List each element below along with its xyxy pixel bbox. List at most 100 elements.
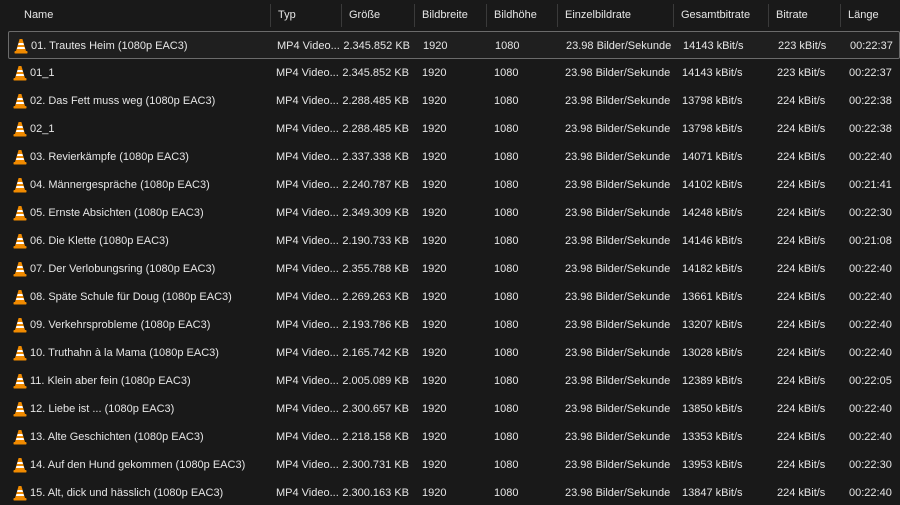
cell-laenge: 00:22:37	[850, 40, 893, 52]
cell-gesamtbitrate: 14071 kBit/s	[682, 151, 743, 163]
column-header-gesamtbitrate[interactable]: Gesamtbitrate	[673, 0, 769, 31]
cell-bitrate: 224 kBit/s	[777, 319, 826, 331]
cell-gesamtbitrate: 13847 kBit/s	[682, 487, 743, 499]
cell-einzelbildrate: 23.98 Bilder/Sekunde	[565, 487, 671, 499]
cell-bildhoehe: 1080	[494, 95, 519, 107]
cell-typ: MP4 Video...	[276, 347, 339, 359]
cell-bildbreite: 1920	[422, 347, 447, 359]
cell-groesse: 2.349.309 KB	[342, 207, 409, 219]
column-header-bildbreite[interactable]: Bildbreite	[414, 0, 487, 31]
file-row[interactable]: 10. Truthahn à la Mama (1080p EAC3) MP4 V…	[8, 339, 900, 367]
file-row[interactable]: 13. Alte Geschichten (1080p EAC3) MP4 Vid…	[8, 423, 900, 451]
cell-einzelbildrate: 23.98 Bilder/Sekunde	[565, 459, 671, 471]
cell-groesse: 2.269.263 KB	[342, 291, 409, 303]
vlc-cone-icon	[13, 430, 27, 445]
cell-gesamtbitrate: 13661 kBit/s	[682, 291, 743, 303]
cell-bildbreite: 1920	[422, 375, 447, 387]
vlc-cone-icon	[13, 486, 27, 501]
file-row[interactable]: 01_1 MP4 Video... 2.345.852 KB 1920 1080 23.9…	[8, 59, 900, 87]
cell-gesamtbitrate: 13850 kBit/s	[682, 403, 743, 415]
file-row[interactable]: 09. Verkehrsprobleme (1080p EAC3) MP4 Vid…	[8, 311, 900, 339]
cell-bildhoehe: 1080	[494, 347, 519, 359]
cell-bildhoehe: 1080	[494, 403, 519, 415]
cell-laenge: 00:22:40	[849, 291, 892, 303]
cell-typ: MP4 Video...	[276, 235, 339, 247]
cell-bitrate: 224 kBit/s	[777, 431, 826, 443]
cell-name: 15. Alt, dick und hässlich (1080p EAC3)	[30, 487, 224, 499]
column-header-einzelbildrate[interactable]: Einzelbildrate	[557, 0, 674, 31]
cell-einzelbildrate: 23.98 Bilder/Sekunde	[565, 179, 671, 191]
cell-gesamtbitrate: 14102 kBit/s	[682, 179, 743, 191]
cell-groesse: 2.300.657 KB	[342, 403, 409, 415]
cell-einzelbildrate: 23.98 Bilder/Sekunde	[565, 375, 671, 387]
cell-bildbreite: 1920	[422, 179, 447, 191]
cell-typ: MP4 Video...	[276, 487, 339, 499]
file-row[interactable]: 06. Die Klette (1080p EAC3) MP4 Video... 2…	[8, 227, 900, 255]
file-row[interactable]: 04. Männergespräche (1080p EAC3) MP4 Vide…	[8, 171, 900, 199]
cell-bildbreite: 1920	[422, 95, 447, 107]
cell-name: 10. Truthahn à la Mama (1080p EAC3)	[30, 347, 219, 359]
cell-typ: MP4 Video...	[276, 431, 339, 443]
column-header-typ[interactable]: Typ	[270, 0, 342, 31]
cell-bildbreite: 1920	[422, 431, 447, 443]
cell-einzelbildrate: 23.98 Bilder/Sekunde	[565, 95, 671, 107]
file-row[interactable]: 15. Alt, dick und hässlich (1080p EAC3) M…	[8, 479, 900, 505]
cell-groesse: 2.218.158 KB	[342, 431, 409, 443]
cell-bildbreite: 1920	[422, 487, 447, 499]
cell-bildhoehe: 1080	[494, 123, 519, 135]
cell-bildbreite: 1920	[422, 123, 447, 135]
cell-laenge: 00:22:40	[849, 151, 892, 163]
file-row[interactable]: 02_1 MP4 Video... 2.288.485 KB 1920 1080 23.9…	[8, 115, 900, 143]
cell-gesamtbitrate: 13798 kBit/s	[682, 95, 743, 107]
file-row[interactable]: 03. Revierkämpfe (1080p EAC3) MP4 Video..…	[8, 143, 900, 171]
file-row[interactable]: 08. Späte Schule für Doug (1080p EAC3) MP…	[8, 283, 900, 311]
cell-bildhoehe: 1080	[494, 151, 519, 163]
vlc-cone-icon	[13, 150, 27, 165]
column-header-laenge[interactable]: Länge	[840, 0, 900, 31]
cell-typ: MP4 Video...	[276, 95, 339, 107]
cell-typ: MP4 Video...	[276, 459, 339, 471]
cell-name: 09. Verkehrsprobleme (1080p EAC3)	[30, 319, 211, 331]
cell-groesse: 2.288.485 KB	[342, 123, 409, 135]
cell-bitrate: 224 kBit/s	[777, 347, 826, 359]
cell-laenge: 00:22:40	[849, 431, 892, 443]
cell-groesse: 2.300.163 KB	[342, 487, 409, 499]
cell-bitrate: 224 kBit/s	[777, 207, 826, 219]
cell-bitrate: 224 kBit/s	[777, 151, 826, 163]
vlc-cone-icon	[13, 290, 27, 305]
cell-bildhoehe: 1080	[494, 207, 519, 219]
cell-groesse: 2.337.338 KB	[342, 151, 409, 163]
cell-typ: MP4 Video...	[276, 375, 339, 387]
column-header-name[interactable]: Name	[16, 0, 270, 31]
file-row[interactable]: 05. Ernste Absichten (1080p EAC3) MP4 Vid…	[8, 199, 900, 227]
cell-gesamtbitrate: 13953 kBit/s	[682, 459, 743, 471]
cell-name: 05. Ernste Absichten (1080p EAC3)	[30, 207, 204, 219]
file-row[interactable]: 11. Klein aber fein (1080p EAC3) MP4 Vide…	[8, 367, 900, 395]
cell-einzelbildrate: 23.98 Bilder/Sekunde	[565, 403, 671, 415]
file-row[interactable]: 07. Der Verlobungsring (1080p EAC3) MP4 V…	[8, 255, 900, 283]
vlc-cone-icon	[13, 206, 27, 221]
cell-groesse: 2.345.852 KB	[343, 40, 410, 52]
cell-laenge: 00:22:37	[849, 67, 892, 79]
cell-typ: MP4 Video...	[276, 67, 339, 79]
cell-bildbreite: 1920	[422, 207, 447, 219]
cell-laenge: 00:22:38	[849, 95, 892, 107]
file-row[interactable]: 02. Das Fett muss weg (1080p EAC3) MP4 Vi…	[8, 87, 900, 115]
cell-bildbreite: 1920	[422, 67, 447, 79]
column-header-bitrate[interactable]: Bitrate	[768, 0, 841, 31]
cell-bildhoehe: 1080	[494, 235, 519, 247]
file-row[interactable]: 14. Auf den Hund gekommen (1080p EAC3) MP…	[8, 451, 900, 479]
column-header-bildhoehe[interactable]: Bildhöhe	[486, 0, 558, 31]
column-header-groesse[interactable]: Größe	[341, 0, 415, 31]
cell-einzelbildrate: 23.98 Bilder/Sekunde	[565, 235, 671, 247]
file-row[interactable]: 01. Trautes Heim (1080p EAC3) MP4 Video..…	[8, 31, 900, 59]
file-row[interactable]: 12. Liebe ist ... (1080p EAC3) MP4 Video.…	[8, 395, 900, 423]
cell-laenge: 00:22:40	[849, 347, 892, 359]
cell-name: 13. Alte Geschichten (1080p EAC3)	[30, 431, 204, 443]
cell-typ: MP4 Video...	[276, 291, 339, 303]
cell-groesse: 2.005.089 KB	[342, 375, 409, 387]
cell-groesse: 2.288.485 KB	[342, 95, 409, 107]
cell-name: 11. Klein aber fein (1080p EAC3)	[30, 375, 191, 387]
cell-bildhoehe: 1080	[494, 375, 519, 387]
cell-bildhoehe: 1080	[494, 263, 519, 275]
